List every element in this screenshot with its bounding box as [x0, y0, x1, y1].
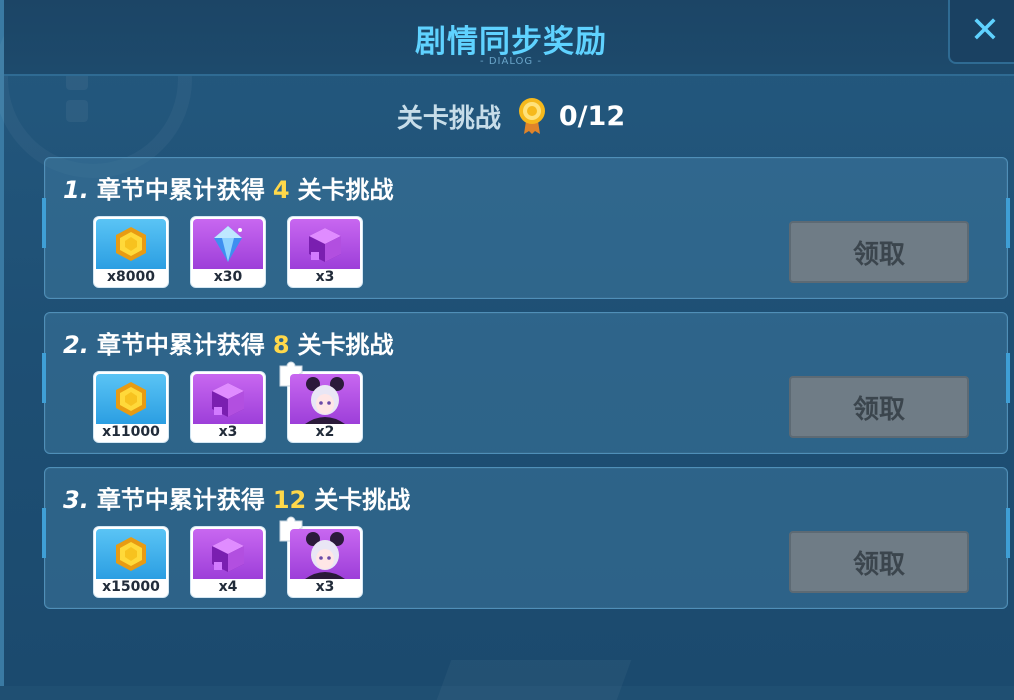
close-button[interactable]: ✕ [948, 0, 1014, 64]
reward-list: x8000 x30 x3 [93, 216, 363, 288]
reward-item[interactable]: x3 [287, 216, 363, 288]
purple-cube-icon [290, 219, 360, 269]
reward-item[interactable]: x3 [279, 516, 363, 598]
purple-cube-icon [193, 374, 263, 424]
reward-item[interactable]: x3 [190, 371, 266, 443]
progress-value: 0/12 [558, 100, 626, 132]
task-row: 2. 章节中累计获得 8 关卡挑战 x11000 x3 x2 领取 [42, 312, 1010, 454]
reward-quantity: x2 [315, 424, 335, 440]
task-number: 2. [63, 331, 89, 359]
reward-item[interactable]: x8000 [93, 216, 169, 288]
reward-quantity: x15000 [102, 579, 160, 595]
reward-item[interactable]: x11000 [93, 371, 169, 443]
reward-quantity: x11000 [102, 424, 160, 440]
gold-coin-icon [96, 529, 166, 579]
claim-button[interactable]: 领取 [789, 221, 969, 283]
dialog-header: 剧情同步奖励 - DIALOG - [4, 0, 1014, 76]
reward-quantity: x3 [315, 579, 335, 595]
medal-icon [518, 98, 545, 134]
gold-coin-icon [96, 374, 166, 424]
reward-quantity: x4 [218, 579, 238, 595]
task-suffix: 关卡挑战 [297, 176, 394, 204]
task-prefix: 章节中累计获得 [96, 331, 265, 359]
reward-item[interactable]: x15000 [93, 526, 169, 598]
reward-quantity: x30 [213, 269, 243, 285]
task-count: 12 [272, 486, 307, 514]
task-prefix: 章节中累计获得 [96, 176, 265, 204]
background-bottom-decoration [436, 660, 632, 700]
reward-quantity: x3 [315, 269, 335, 285]
task-title: 3. 章节中累计获得 12 关卡挑战 [63, 480, 410, 515]
task-title: 1. 章节中累计获得 4 关卡挑战 [63, 170, 394, 205]
challenge-progress: 关卡挑战 0/12 [4, 96, 1014, 136]
gold-coin-icon [96, 219, 166, 269]
reward-list: x11000 x3 x2 [93, 361, 363, 443]
reward-list: x15000 x4 x3 [93, 516, 363, 598]
task-suffix: 关卡挑战 [297, 331, 394, 359]
task-row: 3. 章节中累计获得 12 关卡挑战 x15000 x4 x3 领取 [42, 467, 1010, 609]
reward-item[interactable]: x2 [279, 361, 363, 443]
reward-quantity: x8000 [107, 269, 155, 285]
progress-label: 关卡挑战 [396, 103, 501, 134]
task-suffix: 关卡挑战 [314, 486, 411, 514]
reward-quantity: x3 [218, 424, 238, 440]
task-title: 2. 章节中累计获得 8 关卡挑战 [63, 325, 394, 360]
reward-dialog: 剧情同步奖励 - DIALOG - ✕ 关卡挑战 0/12 1. 章节中累计获得 4… [0, 0, 1014, 700]
task-prefix: 章节中累计获得 [96, 486, 265, 514]
task-number: 3. [63, 486, 89, 514]
close-icon: ✕ [969, 10, 1001, 51]
reward-item[interactable]: x4 [190, 526, 266, 598]
claim-button[interactable]: 领取 [789, 531, 969, 593]
character-fragment-icon [290, 529, 360, 579]
task-count: 8 [272, 331, 290, 359]
task-row: 1. 章节中累计获得 4 关卡挑战 x8000 x30 x3 领取 [42, 157, 1010, 299]
character-fragment-icon [290, 374, 360, 424]
task-count: 4 [272, 176, 290, 204]
blue-crystal-icon [193, 219, 263, 269]
task-number: 1. [63, 176, 89, 204]
dialog-title: 剧情同步奖励 [415, 24, 607, 60]
claim-button[interactable]: 领取 [789, 376, 969, 438]
purple-cube-icon [193, 529, 263, 579]
dialog-subtitle: - DIALOG - [480, 56, 542, 67]
reward-item[interactable]: x30 [190, 216, 266, 288]
